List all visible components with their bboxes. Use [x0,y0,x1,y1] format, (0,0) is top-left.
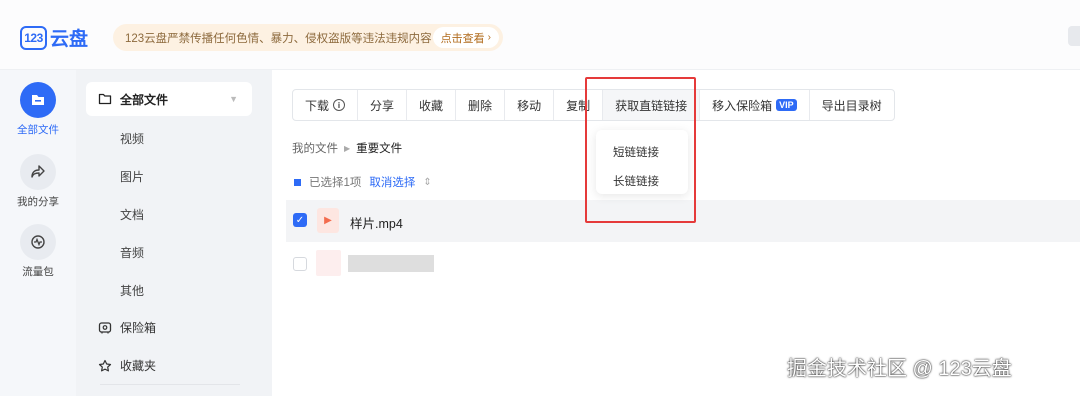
partial-select-icon[interactable] [294,178,301,186]
folder-icon [20,82,56,118]
row-checkbox[interactable] [293,257,307,271]
table-row-blurred[interactable] [286,246,1080,282]
sidebar-item-documents[interactable]: 文档 [120,206,144,223]
sidebar-item-videos[interactable]: 视频 [120,130,144,147]
rail-label-my-shares: 我的分享 [17,196,59,208]
video-file-icon: ▶ [317,208,339,233]
rail-label-all-files: 全部文件 [17,124,59,136]
caret-down-icon[interactable]: ▼ [229,94,238,104]
notice-view-button[interactable]: 点击查看 › [432,27,499,48]
sidebar-divider [100,384,240,385]
sidebar-safe-label: 保险箱 [120,321,157,335]
star-icon [98,359,112,371]
file-name-blurred [348,255,434,272]
sidebar-favorites-label: 收藏夹 [120,359,157,373]
delete-button[interactable]: 删除 [456,90,506,120]
notice-view-label: 点击查看 [440,32,485,45]
rail-item-all-files[interactable]: 全部文件 [0,82,76,137]
short-link-option[interactable]: 短链链接 [613,144,659,160]
move-button[interactable]: 移动 [505,90,555,120]
sort-icon[interactable]: ⇕ [423,177,431,188]
notice-banner: 123云盘严禁传播任何色情、暴力、侵权盗版等违法违规内容 点击查看 › [113,24,503,51]
file-toolbar: 下载 i 分享 收藏 删除 移动 复制 获取直链链接 移入保险箱 VIP 导出目… [292,89,895,121]
main-content: 下载 i 分享 收藏 删除 移动 复制 获取直链链接 移入保险箱 VIP 导出目… [272,70,1080,396]
sidebar-item-audio[interactable]: 音频 [120,244,144,261]
download-label: 下载 [305,98,330,113]
table-row[interactable]: ✓ ▶ 样片.mp4 [286,200,1080,242]
notice-text: 123云盘严禁传播任何色情、暴力、侵权盗版等违法违规内容 [125,32,432,45]
move-to-safe-label: 移入保险箱 [712,98,773,113]
get-direct-link-button[interactable]: 获取直链链接 [603,90,701,120]
copy-button[interactable]: 复制 [554,90,604,120]
file-name[interactable]: 样片.mp4 [350,213,403,232]
folder-outline-icon [98,93,112,105]
sidebar-item-images[interactable]: 图片 [120,168,144,185]
favorite-button[interactable]: 收藏 [407,90,457,120]
file-icon-placeholder [316,250,341,276]
sidebar-item-other[interactable]: 其他 [120,282,144,299]
long-link-option[interactable]: 长链链接 [613,173,659,189]
sidebar-item-safe[interactable]: 保险箱 [98,319,156,336]
traffic-icon [20,224,56,260]
sidebar-main-label: 全部文件 [120,92,169,107]
breadcrumb-separator-icon: ▶ [344,143,351,153]
rail-item-traffic[interactable]: 流量包 [0,224,76,279]
info-icon: i [333,99,346,111]
safe-icon [98,321,112,333]
direct-link-dropdown: 短链链接 长链链接 [596,130,688,194]
header-right-tab[interactable] [1068,26,1080,46]
breadcrumb: 我的文件 ▶ 重要文件 [292,140,402,156]
rail-item-my-shares[interactable]: 我的分享 [0,154,76,209]
icon-rail: 全部文件 我的分享 流量包 [0,70,76,396]
selection-bar: 已选择1项 取消选择 ⇕ [294,174,432,190]
sidebar-item-all-files[interactable]: 全部文件 ▼ [86,82,252,116]
vip-badge: VIP [776,99,797,111]
logo-badge: 123 [20,25,47,50]
rail-label-traffic: 流量包 [22,266,54,278]
watermark-text: 掘金技术社区 @ 123云盘 [787,358,1012,380]
download-button[interactable]: 下载 i [293,90,359,120]
breadcrumb-current: 重要文件 [356,143,403,155]
app-logo[interactable]: 123 云盘 [20,24,88,51]
sidebar-item-favorites[interactable]: 收藏夹 [98,357,156,374]
top-header: 123 云盘 123云盘严禁传播任何色情、暴力、侵权盗版等违法违规内容 点击查看… [0,0,1080,70]
move-to-safe-button[interactable]: 移入保险箱 VIP [700,90,810,120]
chevron-right-icon: › [487,32,491,43]
row-checkbox-checked[interactable]: ✓ [293,213,307,227]
breadcrumb-root[interactable]: 我的文件 [292,140,338,156]
export-tree-button[interactable]: 导出目录树 [810,90,894,120]
logo-text: 云盘 [50,29,89,50]
selection-count: 已选择1项 [309,177,362,189]
share-icon [20,154,56,190]
file-category-sidebar: 全部文件 ▼ 视频 图片 文档 音频 其他 保险箱 收藏夹 [76,70,272,396]
share-button[interactable]: 分享 [358,90,408,120]
cancel-selection-link[interactable]: 取消选择 [369,174,415,190]
